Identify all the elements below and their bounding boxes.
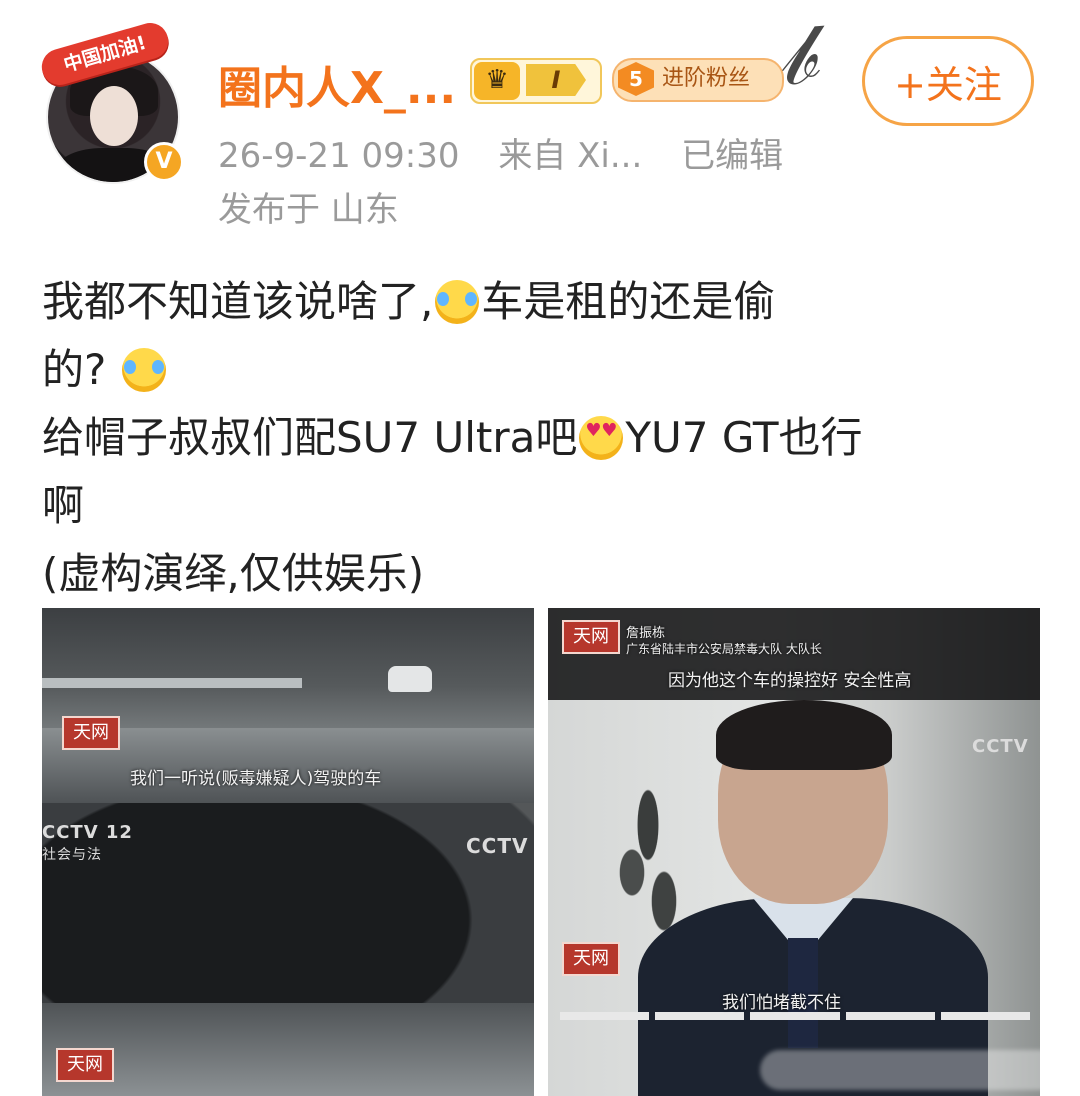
watermark bbox=[760, 1050, 1060, 1090]
post-line-4: 啊 bbox=[42, 481, 85, 530]
channel-logo: CCTV 12 bbox=[42, 822, 133, 843]
post-text-segment: 我都不知道该说啥了, bbox=[42, 277, 434, 326]
title-caption: 广东省陆丰市公安局禁毒大队 大队长 bbox=[626, 642, 822, 656]
post-text-segment: YU7 GT也行 bbox=[625, 413, 863, 462]
post-text-segment: 的? bbox=[42, 345, 107, 394]
video-subtitle: 我们怕堵截不住 bbox=[722, 993, 841, 1013]
tianwang-logo: 天网 bbox=[562, 620, 620, 654]
video-subtitle: 因为他这个车的操控好 安全性高 bbox=[668, 671, 912, 691]
name-caption: 詹振栋 bbox=[626, 626, 666, 641]
username[interactable]: 圈内人X_... bbox=[218, 52, 456, 116]
post-text-segment: 给帽子叔叔们配SU7 Ultra吧 bbox=[42, 413, 578, 462]
edited-label[interactable]: 已编辑 bbox=[681, 136, 783, 176]
post-text-segment: 车是租的还是偷 bbox=[481, 277, 776, 326]
avatar[interactable]: 中国加油! V bbox=[37, 18, 190, 184]
laughing-crying-emoji-icon bbox=[435, 280, 480, 324]
tianwang-logo: 天网 bbox=[56, 1048, 114, 1082]
post-image-right[interactable]: 天网 詹振栋 广东省陆丰市公安局禁毒大队 大队长 因为他这个车的操控好 安全性高… bbox=[548, 608, 1040, 1096]
channel-sub-label: 社会与法 bbox=[42, 847, 102, 863]
video-progress-bars bbox=[560, 1012, 1031, 1020]
car bbox=[388, 666, 432, 692]
post-location: 发布于 山东 bbox=[218, 190, 399, 230]
follow-button[interactable]: +关注 bbox=[862, 36, 1034, 126]
timestamp: 26-9-21 09:30 bbox=[218, 136, 460, 176]
post-source[interactable]: 来自 Xi... bbox=[498, 136, 642, 176]
post-line-3: 给帽子叔叔们配SU7 Ultra吧 YU7 GT也行 bbox=[42, 404, 1042, 472]
heart-eyes-emoji-icon bbox=[579, 416, 624, 460]
level-badge[interactable]: ♛ I bbox=[470, 58, 602, 104]
weibo-post-card: 中国加油! V 圈内人X_... ♛ I 5 进阶粉丝 𝒷 +关注 26-9-2… bbox=[0, 0, 1080, 1096]
post-meta: 26-9-21 09:30 来自 Xi... 已编辑 bbox=[218, 128, 811, 177]
cctv-logo: CCTV bbox=[466, 834, 529, 858]
tianwang-logo: 天网 bbox=[562, 942, 620, 976]
fan-badge-label: 进阶粉丝 bbox=[662, 66, 751, 91]
level-badge-value: I bbox=[526, 64, 586, 96]
post-image-left[interactable]: 天网 我们一听说(贩毒嫌疑人)驾驶的车 CCTV 12 社会与法 CCTV 天网 bbox=[42, 608, 534, 1096]
laughing-crying-emoji-icon bbox=[121, 348, 166, 392]
video-subtitle: 我们一听说(贩毒嫌疑人)驾驶的车 bbox=[130, 769, 382, 789]
fan-badge[interactable]: 5 进阶粉丝 bbox=[612, 58, 784, 102]
verified-badge-icon: V bbox=[144, 142, 184, 182]
post-line-5: (虚构演绎,仅供娱乐) bbox=[42, 549, 425, 598]
crown-icon: ♛ bbox=[474, 62, 520, 100]
cctv-logo: CCTV bbox=[972, 736, 1029, 757]
post-line-1: 我都不知道该说啥了, 车是租的还是偷 bbox=[42, 268, 1042, 336]
fan-level-icon: 5 bbox=[618, 62, 654, 96]
post-text: 我都不知道该说啥了, 车是租的还是偷 的? 给帽子叔叔们配SU7 Ultra吧 YU… bbox=[42, 268, 1042, 608]
tianwang-logo: 天网 bbox=[62, 716, 120, 750]
post-line-2: 的? bbox=[42, 336, 1042, 404]
